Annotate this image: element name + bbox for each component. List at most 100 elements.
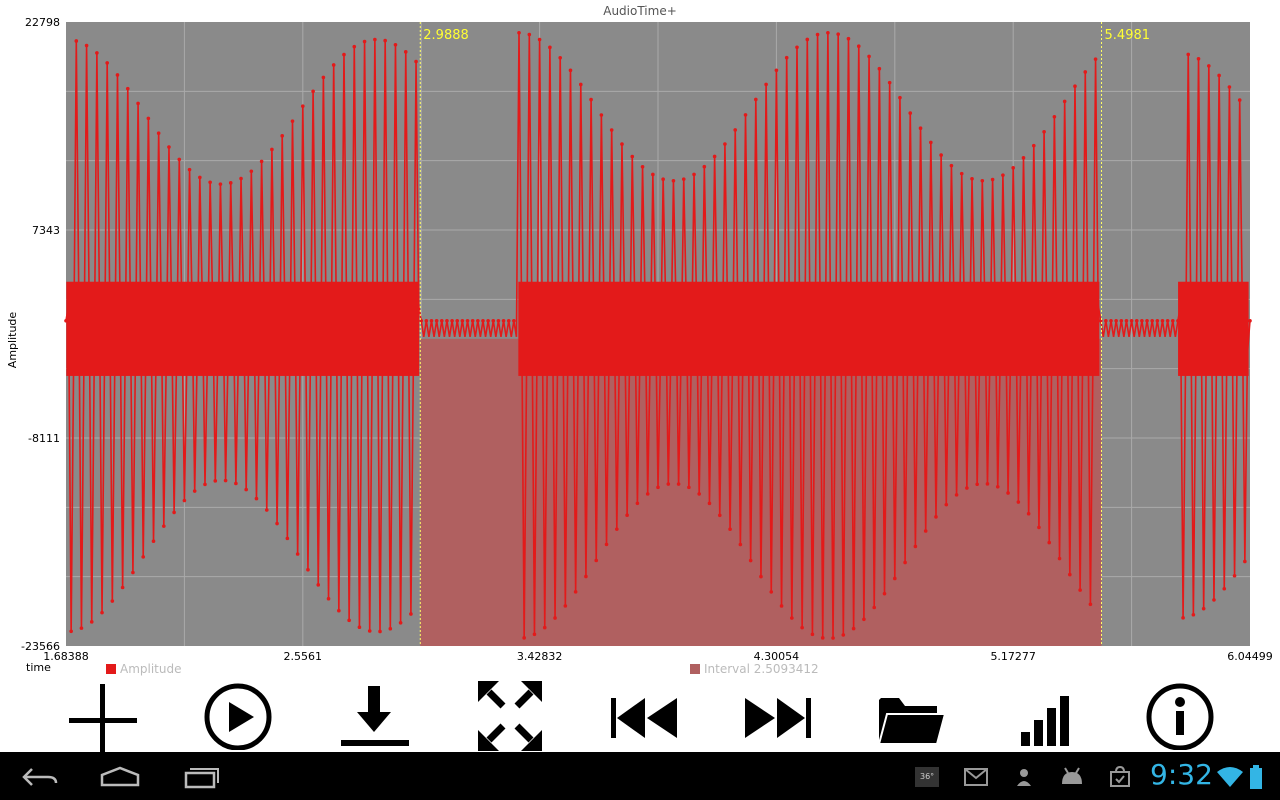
amplitude-point	[836, 32, 840, 36]
amplitude-point	[1150, 318, 1154, 323]
back-button[interactable]	[10, 762, 70, 792]
amplitude-point	[1001, 173, 1005, 177]
amplitude-point	[759, 574, 763, 579]
amplitude-point	[326, 596, 331, 601]
forward-button[interactable]	[742, 678, 814, 752]
amplitude-point	[285, 536, 290, 541]
amplitude-point	[949, 163, 954, 168]
amplitude-point	[1217, 73, 1221, 78]
amplitude-point	[954, 493, 959, 497]
amplitude-point	[820, 636, 825, 640]
battery-icon	[1248, 765, 1264, 789]
amplitude-point	[522, 636, 526, 640]
amplitude-point	[146, 116, 151, 121]
amplitude-point	[537, 37, 542, 42]
amplitude-point	[403, 50, 408, 54]
amplitude-point	[79, 626, 84, 630]
download-button[interactable]	[338, 678, 410, 752]
amplitude-point	[1052, 115, 1057, 119]
amplitude-point	[553, 616, 557, 620]
amplitude-point	[460, 318, 465, 323]
add-button[interactable]	[66, 678, 138, 752]
play-button[interactable]	[202, 678, 274, 752]
amplitude-point	[1093, 57, 1098, 61]
amplitude-point	[100, 610, 104, 615]
amplitude-point	[1026, 511, 1031, 516]
amplitude-point	[290, 119, 295, 123]
x-axis-ticks: 1.68388 2.5561 3.42832 4.30054 5.17277 6.0449…	[43, 650, 1273, 663]
amplitude-point	[496, 318, 501, 323]
amplitude-point	[604, 542, 609, 547]
amplitude-point	[337, 608, 341, 613]
amplitude-point	[1088, 602, 1093, 607]
amplitude-point	[980, 178, 985, 183]
amplitude-point	[1068, 572, 1072, 577]
amplitude-point	[342, 52, 346, 57]
amplitude-point	[754, 97, 758, 102]
amplitude-point	[893, 576, 897, 581]
amplitude-point	[213, 479, 218, 483]
amplitude-point	[95, 51, 99, 55]
amplitude-point	[872, 605, 877, 610]
recent-apps-button[interactable]	[170, 762, 230, 792]
fullscreen-button[interactable]	[474, 678, 546, 752]
amplitude-point	[1021, 156, 1026, 160]
amplitude-point	[1062, 99, 1067, 104]
home-button[interactable]	[90, 762, 150, 792]
amplitude-point	[1037, 525, 1041, 530]
amplitude-point	[357, 625, 362, 629]
download-status-icon	[1012, 766, 1036, 788]
amplitude-point	[702, 164, 707, 169]
amplitude-point	[383, 38, 387, 43]
home-icon	[100, 766, 140, 787]
badge-icon: 36°	[914, 766, 940, 788]
waveform-chart[interactable]: 2.9888 5.4981 227987343-8111-23566 1.683…	[0, 0, 1280, 680]
amplitude-point	[1222, 586, 1227, 591]
amplitude-point	[970, 176, 974, 181]
amplitude-point	[573, 590, 578, 594]
amplitude-point	[738, 542, 743, 547]
amplitude-point	[635, 501, 640, 506]
interval-start-label: 2.9888	[423, 28, 469, 43]
amplitude-point	[995, 484, 1000, 489]
amplitude-point	[640, 164, 645, 169]
amplitude-point	[630, 154, 635, 159]
open-folder-button[interactable]	[876, 678, 948, 752]
amplitude-point	[512, 318, 516, 323]
amplitude-point	[1207, 64, 1211, 68]
y-tick-label: 7343	[32, 224, 60, 237]
amplitude-point	[167, 145, 171, 149]
y-tick-label: -8111	[28, 432, 60, 445]
amplitude-point	[1181, 616, 1185, 620]
amplitude-point	[542, 625, 547, 630]
amplitude-point	[1006, 491, 1010, 495]
amplitude-point	[434, 318, 439, 323]
rewind-button[interactable]	[608, 678, 680, 752]
amplitude-point	[151, 539, 156, 544]
amplitude-point	[898, 95, 902, 100]
amplitude-point	[810, 632, 815, 637]
amplitude-band	[518, 281, 1100, 376]
amplitude-point	[1134, 318, 1139, 323]
y-tick-label: 22798	[25, 16, 60, 29]
gmail-icon	[962, 766, 990, 788]
amplitude-point	[584, 574, 588, 579]
amplitude-point	[733, 128, 738, 132]
amplitude-point	[1031, 143, 1036, 148]
stats-button[interactable]	[1010, 678, 1082, 752]
amplitude-point	[985, 482, 990, 486]
expand-arrows-icon	[478, 681, 542, 751]
info-button[interactable]	[1144, 678, 1216, 752]
amplitude-point	[1170, 318, 1175, 323]
skip-forward-icon	[745, 698, 811, 738]
amplitude-point	[620, 142, 624, 146]
x-tick-label: 5.17277	[990, 650, 1036, 663]
amplitude-point	[429, 318, 434, 323]
amplitude-point	[388, 626, 393, 631]
amplitude-point	[681, 177, 686, 181]
amplitude-point	[465, 318, 470, 323]
amplitude-point	[841, 633, 846, 637]
amplitude-point	[1129, 318, 1134, 323]
amplitude-point	[1201, 606, 1206, 611]
amplitude-point	[651, 172, 655, 177]
